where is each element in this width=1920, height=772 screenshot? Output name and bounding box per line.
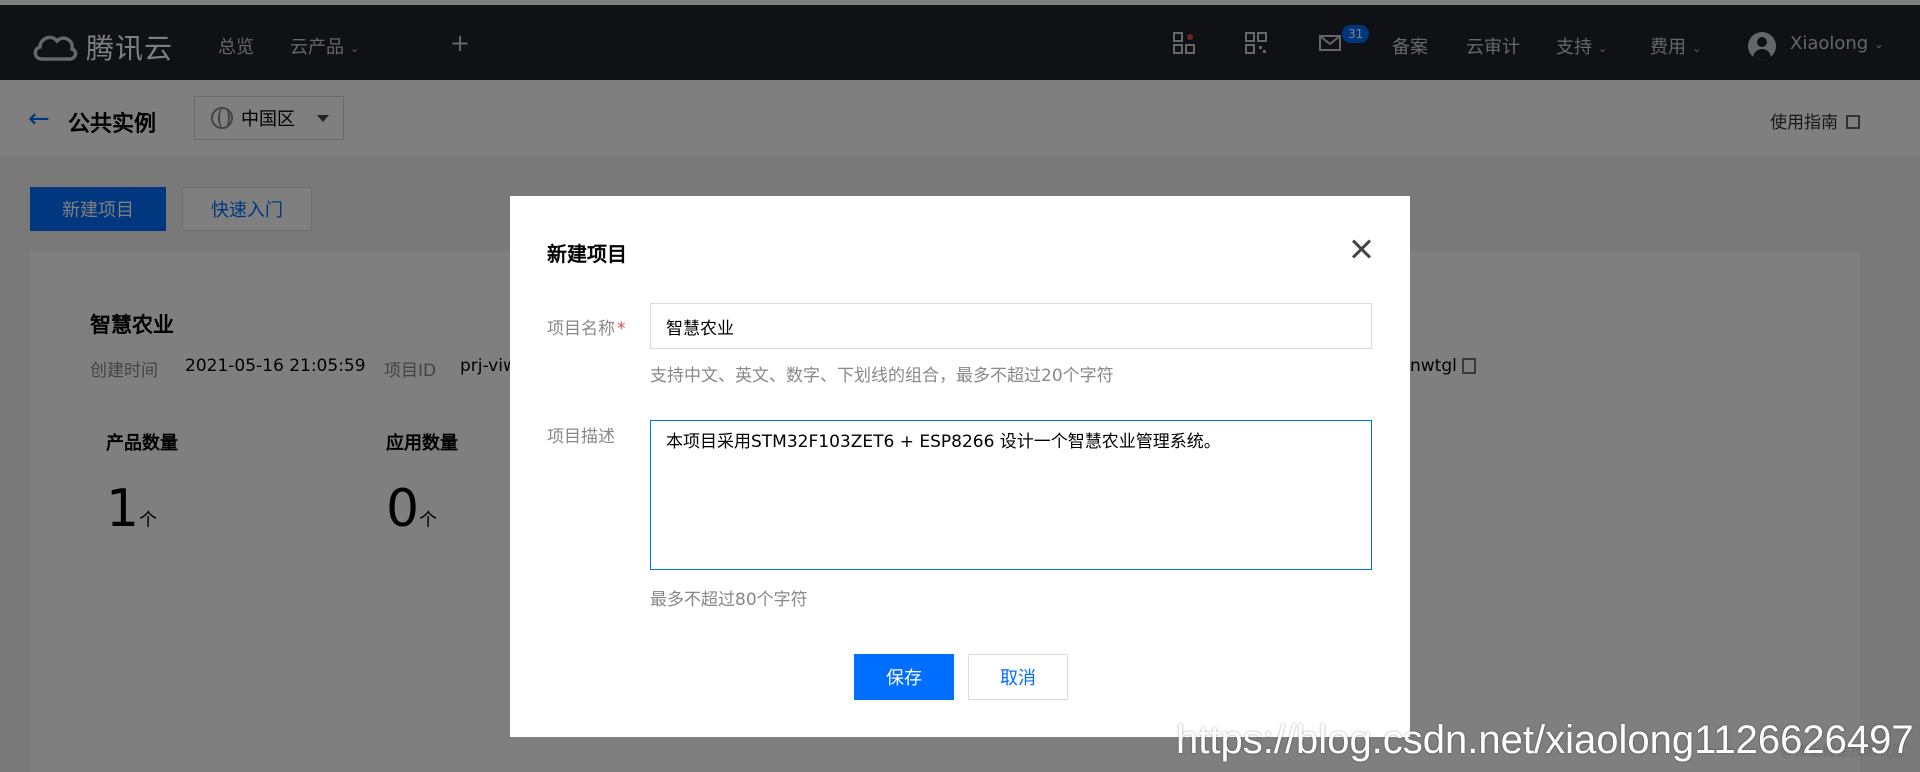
project-desc-help: 最多不超过80个字符 xyxy=(650,590,808,610)
close-icon[interactable] xyxy=(1348,236,1374,262)
required-mark: * xyxy=(617,319,626,339)
project-name-help: 支持中文、英文、数字、下划线的组合，最多不超过20个字符 xyxy=(650,366,1114,386)
cancel-button[interactable]: 取消 xyxy=(968,654,1068,700)
save-button[interactable]: 保存 xyxy=(854,654,954,700)
dialog-title: 新建项目 xyxy=(547,242,627,266)
project-name-input[interactable] xyxy=(650,303,1372,349)
new-project-dialog: 新建项目 项目名称* 支持中文、英文、数字、下划线的组合，最多不超过20个字符 … xyxy=(510,196,1410,737)
project-desc-textarea[interactable]: 本项目采用STM32F103ZET6 + ESP8266 设计一个智慧农业管理系… xyxy=(650,420,1372,570)
project-name-label-text: 项目名称 xyxy=(547,319,615,339)
project-name-label: 项目名称 * xyxy=(547,314,626,339)
url-watermark: https://blog.csdn.net/xiaolong1126626497 xyxy=(1176,718,1914,762)
project-desc-label: 项目描述 xyxy=(547,427,615,447)
